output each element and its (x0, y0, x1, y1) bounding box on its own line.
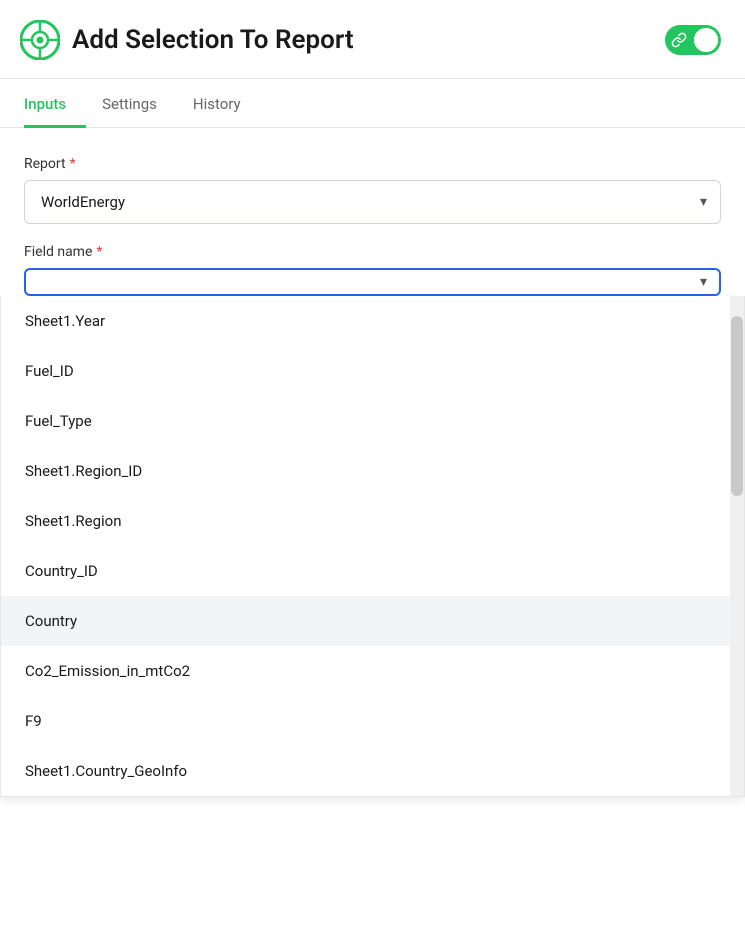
link-icon (671, 32, 687, 48)
tab-history[interactable]: History (193, 79, 261, 128)
dropdown-item[interactable]: Fuel_ID (1, 346, 744, 396)
dropdown-item[interactable]: Country_ID (1, 546, 744, 596)
dropdown-item[interactable]: F9 (1, 696, 744, 746)
toggle-switch[interactable] (665, 25, 721, 55)
dropdown-item[interactable]: Sheet1.Country_GeoInfo (1, 746, 744, 796)
dropdown-item[interactable]: Country (1, 596, 744, 646)
scrollbar-track (730, 296, 744, 796)
content-area: Report * WorldEnergy ▾ Field name * ▾ (0, 128, 745, 296)
app-container: Add Selection To Report Inputs Settings … (0, 0, 745, 934)
dropdown-item[interactable]: Sheet1.Region (1, 496, 744, 546)
header-left: Add Selection To Report (20, 20, 354, 60)
dropdown-item[interactable]: Sheet1.Year (1, 296, 744, 346)
tabs: Inputs Settings History (0, 79, 745, 128)
tab-inputs[interactable]: Inputs (24, 79, 86, 128)
dropdown-scroll-container[interactable]: Sheet1.YearFuel_IDFuel_TypeSheet1.Region… (1, 296, 744, 796)
field-name-input[interactable] (24, 268, 721, 296)
field-name-wrapper: ▾ (24, 268, 721, 296)
scrollbar-thumb[interactable] (731, 316, 743, 496)
field-name-label: Field name * (24, 244, 721, 260)
report-label: Report * (24, 156, 721, 172)
tab-settings[interactable]: Settings (102, 79, 177, 128)
dropdown-item[interactable]: Co2_Emission_in_mtCo2 (1, 646, 744, 696)
toggle-container[interactable] (665, 25, 721, 55)
page-title: Add Selection To Report (72, 25, 354, 55)
report-select-wrapper: WorldEnergy ▾ (24, 180, 721, 224)
logo-icon (20, 20, 60, 60)
report-select[interactable]: WorldEnergy (24, 180, 721, 224)
dropdown-item[interactable]: Fuel_Type (1, 396, 744, 446)
report-field-group: Report * WorldEnergy ▾ (24, 156, 721, 224)
dropdown-list: Sheet1.YearFuel_IDFuel_TypeSheet1.Region… (0, 296, 745, 797)
field-name-required-star: * (96, 244, 102, 260)
report-required-star: * (70, 156, 76, 172)
field-name-group: Field name * ▾ Sheet1.YearFuel_IDFuel_Ty… (24, 244, 721, 296)
dropdown-item[interactable]: Sheet1.Region_ID (1, 446, 744, 496)
header: Add Selection To Report (0, 0, 745, 79)
